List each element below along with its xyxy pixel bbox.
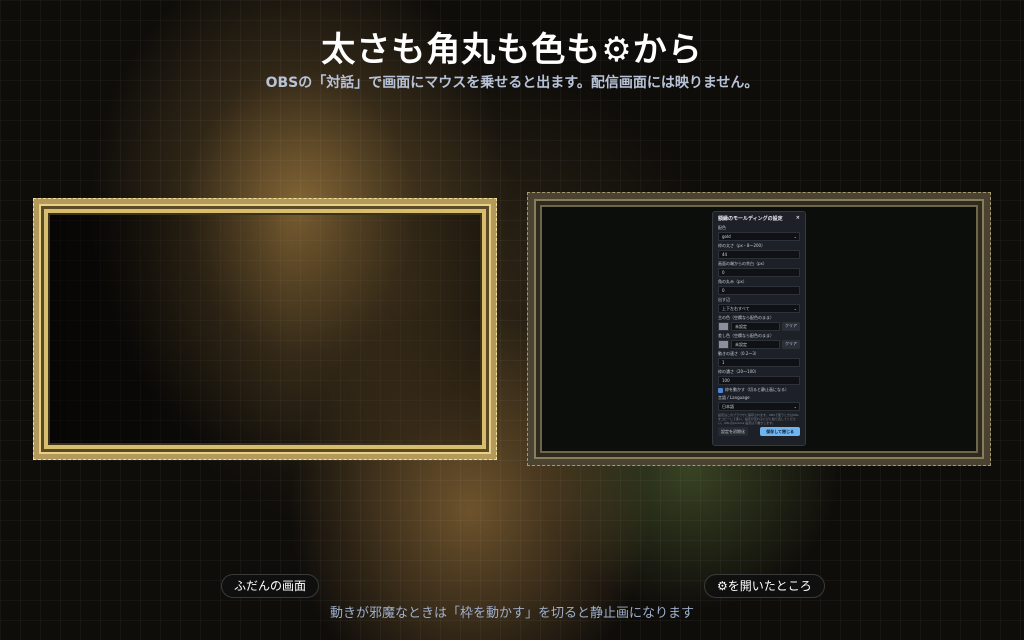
language-label: 言語 / Language (718, 395, 750, 400)
color2-clear-button[interactable]: クリア (782, 340, 800, 349)
sides-select[interactable]: 上下左右すべて ⌄ (718, 304, 800, 313)
radius-label: 角の丸み（px） (718, 279, 747, 284)
chevron-down-icon: ⌄ (793, 234, 797, 239)
edge-offset-input[interactable]: 0 (718, 268, 800, 277)
caption-settings-open: ⚙を開いたところ (704, 574, 825, 598)
settings-header: 額縁のモールディングの設定 × (718, 215, 800, 222)
settings-actions: 設定を初期化 保存して閉じる (718, 427, 800, 436)
sides-label: 出す辺 (718, 297, 730, 302)
chevron-down-icon: ⌄ (793, 404, 797, 409)
close-icon[interactable]: × (796, 215, 800, 222)
edge-offset-label: 画面の端からの余白（px） (718, 261, 767, 266)
material-select[interactable]: gold ⌄ (718, 232, 800, 241)
color2-input[interactable]: 未設定 (731, 340, 780, 349)
color1-row: 未設定 クリア (718, 322, 800, 331)
color1-swatch[interactable] (718, 322, 729, 331)
settings-note: 設定はこのブラウザに保存されます。OBSで使うときはURLをコピーして使い、設定… (718, 413, 799, 425)
settings-title: 額縁のモールディングの設定 (718, 216, 783, 222)
settings-panel: 額縁のモールディングの設定 × 配色 gold ⌄ 枠の太さ（px・8〜200） … (712, 211, 806, 446)
caption-normal: ふだんの画面 (221, 574, 320, 598)
material-label: 配色 (718, 225, 726, 230)
frame-preview-normal (33, 198, 497, 460)
footer-note: 動きが邪魔なときは「枠を動かす」を切ると静止画になります (329, 606, 694, 621)
color1-clear-button[interactable]: クリア (782, 322, 800, 331)
color1-label: 主の色（空欄なら配色のまま） (718, 315, 774, 320)
speed-input[interactable]: 1 (718, 358, 800, 367)
page-subtitle: OBSの「対話」で画面にマウスを乗せると出ます。配信画面には映りません。 (265, 75, 759, 91)
checkbox-checked-icon[interactable] (718, 387, 723, 393)
color2-label: 差し色（空欄なら配色のまま） (718, 333, 774, 338)
save-close-button[interactable]: 保存して閉じる (760, 427, 800, 436)
reset-button[interactable]: 設定を初期化 (718, 427, 748, 436)
thickness-input[interactable]: 44 (718, 250, 800, 259)
thickness-label: 枠の太さ（px・8〜200） (718, 243, 766, 248)
color1-input[interactable]: 未設定 (731, 322, 780, 331)
opacity-input[interactable]: 100 (718, 376, 800, 385)
color2-row: 未設定 クリア (718, 340, 800, 349)
animate-toggle[interactable]: 枠を動かす（切ると静止画になる） (718, 387, 800, 393)
speed-label: 動きの速さ（0.2〜3） (718, 351, 759, 356)
animate-label: 枠を動かす（切ると静止画になる） (725, 387, 789, 392)
color2-swatch[interactable] (718, 340, 729, 349)
opacity-label: 枠の濃さ（20〜100） (718, 369, 759, 374)
language-select[interactable]: 日本語 ⌄ (718, 402, 800, 411)
chevron-down-icon: ⌄ (793, 306, 797, 311)
radius-input[interactable]: 0 (718, 286, 800, 295)
page-title: 太さも角丸も色も⚙から (321, 30, 703, 70)
